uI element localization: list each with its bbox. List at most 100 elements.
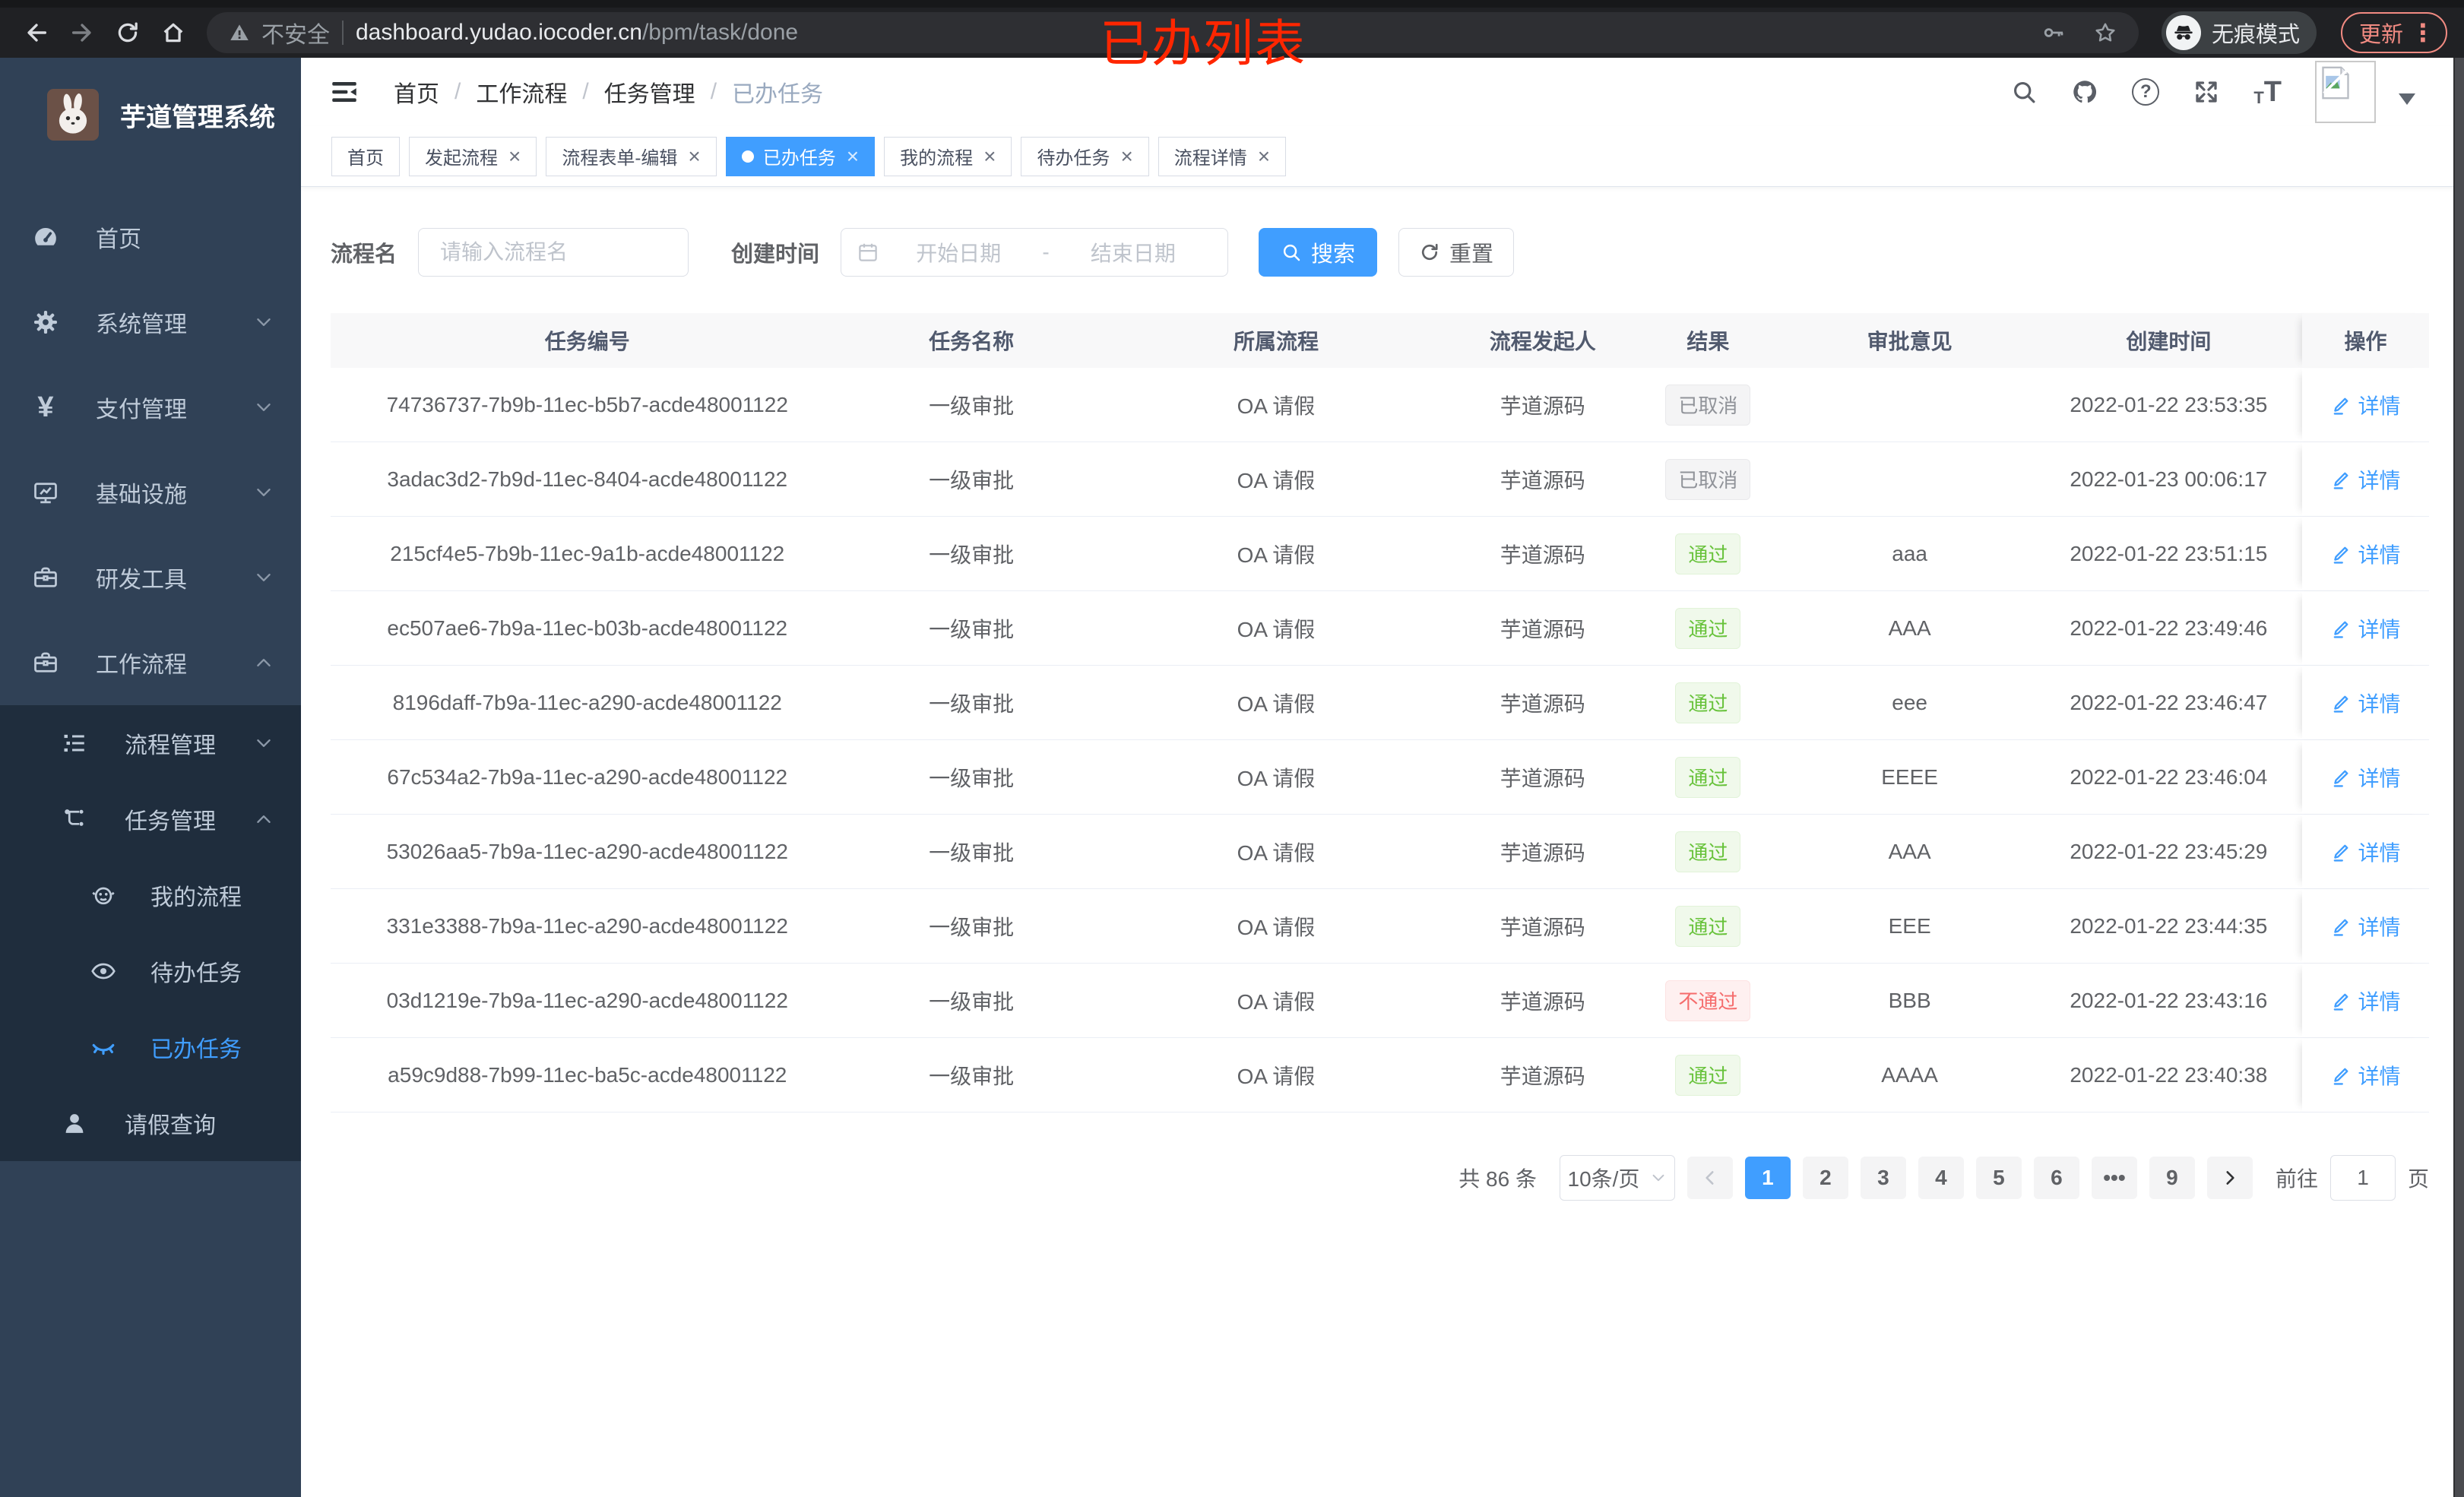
security-label: 不安全 [261,23,330,48]
pen-icon [2330,990,2352,1011]
breadcrumb-item[interactable]: 任务管理 [604,75,695,109]
cell-created: 2022-01-22 23:53:35 [2070,392,2268,416]
sidebar-item-process-mgmt[interactable]: 流程管理 [0,705,301,781]
detail-link[interactable]: 详情 [2330,986,2401,1016]
avatar[interactable] [2315,61,2376,123]
done-task-table: 任务编号 任务名称 所属流程 流程发起人 结果 审批意见 创建时间 操作 747… [331,313,2429,1112]
sidebar-item-home[interactable]: 首页 [0,195,301,280]
page-button-5[interactable]: 5 [1975,1157,2022,1199]
cell-comment: AAA [1888,616,1931,640]
sidebar-item-leave-query[interactable]: 请假查询 [0,1085,301,1161]
cell-process: OA 请假 [1237,840,1316,865]
page-button-9[interactable]: 9 [2149,1157,2195,1199]
detail-link[interactable]: 详情 [2330,911,2401,942]
detail-link[interactable]: 详情 [2330,613,2401,644]
close-icon[interactable]: × [508,144,521,169]
sidebar-item-todo-tasks[interactable]: 待办任务 [0,933,301,1009]
home-icon[interactable] [154,13,193,52]
github-icon[interactable] [2071,78,2098,106]
detail-link[interactable]: 详情 [2330,539,2401,569]
detail-link[interactable]: 详情 [2330,390,2401,420]
detail-link[interactable]: 详情 [2330,1060,2401,1090]
cell-created: 2022-01-22 23:44:35 [2070,913,2268,938]
detail-link[interactable]: 详情 [2330,464,2401,495]
result-badge: 通过 [1675,682,1741,723]
page-button-4[interactable]: 4 [1918,1157,1964,1199]
close-icon[interactable]: × [688,144,700,169]
cell-task-name: 一级审批 [929,692,1015,716]
tab-form-edit[interactable]: 流程表单-编辑 × [546,136,717,176]
column-header: 任务名称 [929,330,1015,353]
cell-task-name: 一级审批 [929,1064,1015,1088]
search-icon[interactable] [2010,78,2038,106]
breadcrumb: 首页 / 工作流程 / 任务管理 / 已办任务 [394,75,823,109]
tab-todo-tasks[interactable]: 待办任务 × [1021,136,1149,176]
detail-link[interactable]: 详情 [2330,688,2401,718]
sidebar-collapse-icon[interactable] [328,76,360,108]
tab-done-tasks[interactable]: 已办任务 × [725,136,876,176]
search-button[interactable]: 搜索 [1259,228,1378,277]
more-pages-button[interactable]: ••• [2091,1157,2137,1199]
url-divider [342,21,344,45]
tab-process-detail[interactable]: 流程详情 × [1158,136,1287,176]
tab-my-process[interactable]: 我的流程 × [884,136,1012,176]
breadcrumb-current: 已办任务 [732,82,824,107]
detail-link[interactable]: 详情 [2330,837,2401,867]
tab-start-process[interactable]: 发起流程 × [409,136,537,176]
chevron-left-icon [1700,1168,1720,1188]
page-button-1[interactable]: 1 [1744,1157,1791,1199]
security-status[interactable]: 不安全 [228,16,330,49]
refresh-icon[interactable] [108,13,147,52]
page-size-select[interactable]: 10条/页 [1559,1155,1675,1201]
breadcrumb-item[interactable]: 首页 [394,75,439,109]
sidebar-item-infra[interactable]: 基础设施 [0,450,301,535]
search-icon [1281,242,1302,263]
bookmark-star-icon[interactable] [2093,21,2117,45]
app-logo-row[interactable]: 芋道管理系统 [0,58,301,172]
browser-menu-icon[interactable]: ⋮ [2411,18,2435,47]
close-icon[interactable]: × [1258,144,1270,169]
browser-update-button[interactable]: 更新 ⋮ [2340,12,2447,53]
password-key-icon[interactable] [2041,21,2066,45]
page-button-3[interactable]: 3 [1860,1157,1906,1199]
pen-icon [2330,692,2352,714]
close-icon[interactable]: × [983,144,996,169]
cell-task-id: 53026aa5-7b9a-11ec-a290-acde48001122 [386,839,788,863]
prev-page-button[interactable] [1686,1157,1733,1199]
process-name-input[interactable] [418,228,689,277]
back-icon[interactable] [17,13,56,52]
cell-comment: AAAA [1881,1062,1938,1087]
table-row: ec507ae6-7b9a-11ec-b03b-acde48001122 一级审… [331,591,2429,666]
help-icon[interactable]: ? [2132,78,2160,106]
sidebar-item-workflow[interactable]: 工作流程 [0,620,301,705]
goto-page-input[interactable] [2329,1155,2396,1201]
date-range-picker[interactable]: 开始日期 - 结束日期 [841,228,1229,277]
table-row: 74736737-7b9b-11ec-b5b7-acde48001122 一级审… [331,368,2429,442]
eye-icon [88,956,119,986]
page-button-6[interactable]: 6 [2033,1157,2079,1199]
forward-icon[interactable] [62,13,102,52]
sidebar-item-system[interactable]: 系统管理 [0,280,301,365]
font-size-icon[interactable]: TT [2253,78,2282,106]
tab-home[interactable]: 首页 [331,136,400,176]
next-page-button[interactable] [2206,1157,2253,1199]
cell-comment [1784,368,2035,442]
sidebar-item-devtool[interactable]: 研发工具 [0,535,301,620]
avatar-caret-icon[interactable] [2399,93,2415,113]
sidebar-item-done-tasks[interactable]: 已办任务 [0,1009,301,1085]
page-button-2[interactable]: 2 [1802,1157,1848,1199]
close-icon[interactable]: × [847,144,859,169]
detail-link[interactable]: 详情 [2330,762,2401,793]
reset-button[interactable]: 重置 [1398,228,1515,277]
tree-list-icon [59,728,90,758]
sidebar-item-pay[interactable]: ¥ 支付管理 [0,365,301,450]
window-scrollbar[interactable] [2453,58,2464,1497]
breadcrumb-item[interactable]: 工作流程 [476,75,567,109]
cell-process: OA 请假 [1237,989,1316,1014]
cell-starter: 芋道源码 [1500,543,1585,567]
close-icon[interactable]: × [1120,144,1132,169]
cell-task-name: 一级审批 [929,617,1015,641]
fullscreen-icon[interactable] [2193,78,2220,106]
sidebar-item-my-process[interactable]: 我的流程 [0,857,301,933]
sidebar-item-task-mgmt[interactable]: 任务管理 [0,781,301,857]
